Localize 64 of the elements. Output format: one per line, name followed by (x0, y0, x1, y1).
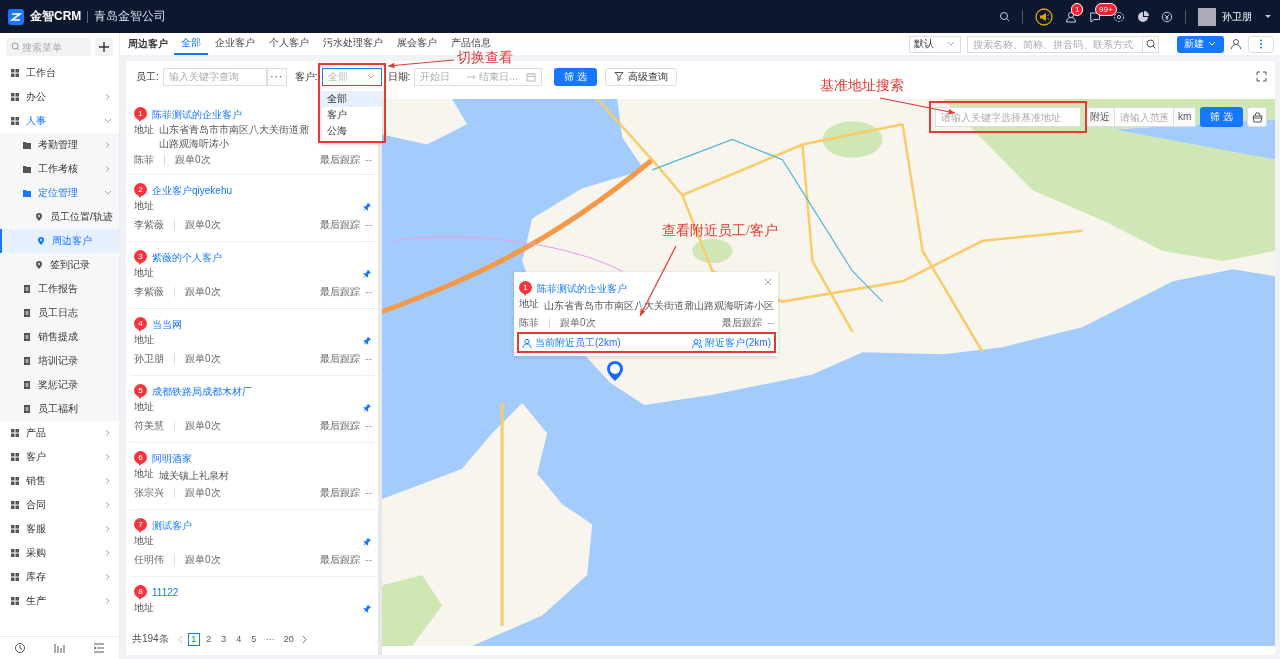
marker-number: 6 (134, 451, 147, 464)
last-follow-value: -- (365, 353, 372, 364)
field-label: 客户: (294, 69, 318, 84)
owner-name: 陈菲 (134, 152, 154, 167)
last-follow-label: 最后跟踪 (320, 351, 361, 366)
last-follow-value: -- (365, 219, 372, 230)
address-label: 地址 (134, 333, 154, 347)
marker-number: 1 (519, 281, 532, 294)
last-follow-label: 最后跟踪 (722, 315, 763, 330)
marker-number: 1 (134, 107, 147, 120)
last-follow-label: 最后跟踪 (320, 217, 361, 232)
follow-count: 跟单0次 (560, 315, 596, 330)
follow-count: 跟单0次 (175, 152, 211, 167)
follow-count: 跟单0次 (185, 284, 221, 299)
address-label: 地址 (134, 123, 154, 137)
address-label: 地址 (134, 467, 154, 481)
page-title: 周边客户 (128, 37, 168, 51)
last-follow-value: -- (365, 286, 372, 297)
last-follow-label: 最后跟踪 (320, 284, 361, 299)
address-label: 地址 (134, 199, 154, 213)
address-label: 地址 (519, 297, 539, 311)
owner-name: 符美慧 (134, 418, 164, 433)
address-label: 地址 (134, 534, 154, 548)
marker-number: 5 (134, 384, 147, 397)
app-name: 金智CRM (30, 8, 82, 25)
last-follow-value: -- (365, 487, 372, 498)
last-follow-value: -- (767, 317, 774, 328)
address-label: 地址 (134, 400, 154, 414)
total-count: 共194条 (132, 632, 169, 646)
follow-count: 跟单0次 (185, 351, 221, 366)
last-follow-label: 最后跟踪 (320, 418, 361, 433)
last-follow-label: 最后跟踪 (320, 552, 361, 567)
address-label: 地址 (134, 601, 154, 615)
last-follow-label: 最后跟踪 (320, 485, 361, 500)
field-label: 日期: (387, 69, 411, 84)
unit-label: km (1172, 107, 1197, 127)
follow-count: 跟单0次 (185, 552, 221, 567)
marker-number: 2 (134, 183, 147, 196)
address-text: 山东省青岛市市南区八大关街道鼐山路观海听涛小 (159, 123, 309, 151)
last-follow-value: -- (365, 554, 372, 565)
owner-name: 孙卫朋 (134, 351, 164, 366)
follow-count: 跟单0次 (185, 418, 221, 433)
owner-name: 李紫薇 (134, 217, 164, 232)
last-follow-value: -- (365, 154, 372, 165)
marker-number: 4 (134, 317, 147, 330)
owner-name: 任明伟 (134, 552, 164, 567)
last-follow-value: -- (365, 420, 372, 431)
owner-name: 李紫薇 (134, 284, 164, 299)
follow-count: 跟单0次 (185, 485, 221, 500)
marker-number: 3 (134, 250, 147, 263)
marker-number: 7 (134, 518, 147, 531)
address-label: 地址 (134, 266, 154, 280)
address-text: 城关镇上礼泉村 (159, 468, 229, 483)
company-name: 青岛金智公司 (94, 8, 167, 25)
notification-badge: 99+ (1095, 2, 1117, 16)
annotation-text: 基准地址搜索 (820, 77, 904, 95)
owner-name: 陈菲 (519, 315, 539, 330)
annotation-text: 切换查看 (457, 49, 513, 67)
owner-name: 张宗兴 (134, 485, 164, 500)
notification-badge: 1 (1071, 2, 1084, 16)
field-label: 员工: (136, 69, 159, 84)
last-follow-label: 最后跟踪 (320, 152, 361, 167)
marker-number: 8 (134, 585, 147, 598)
follow-count: 跟单0次 (185, 217, 221, 232)
